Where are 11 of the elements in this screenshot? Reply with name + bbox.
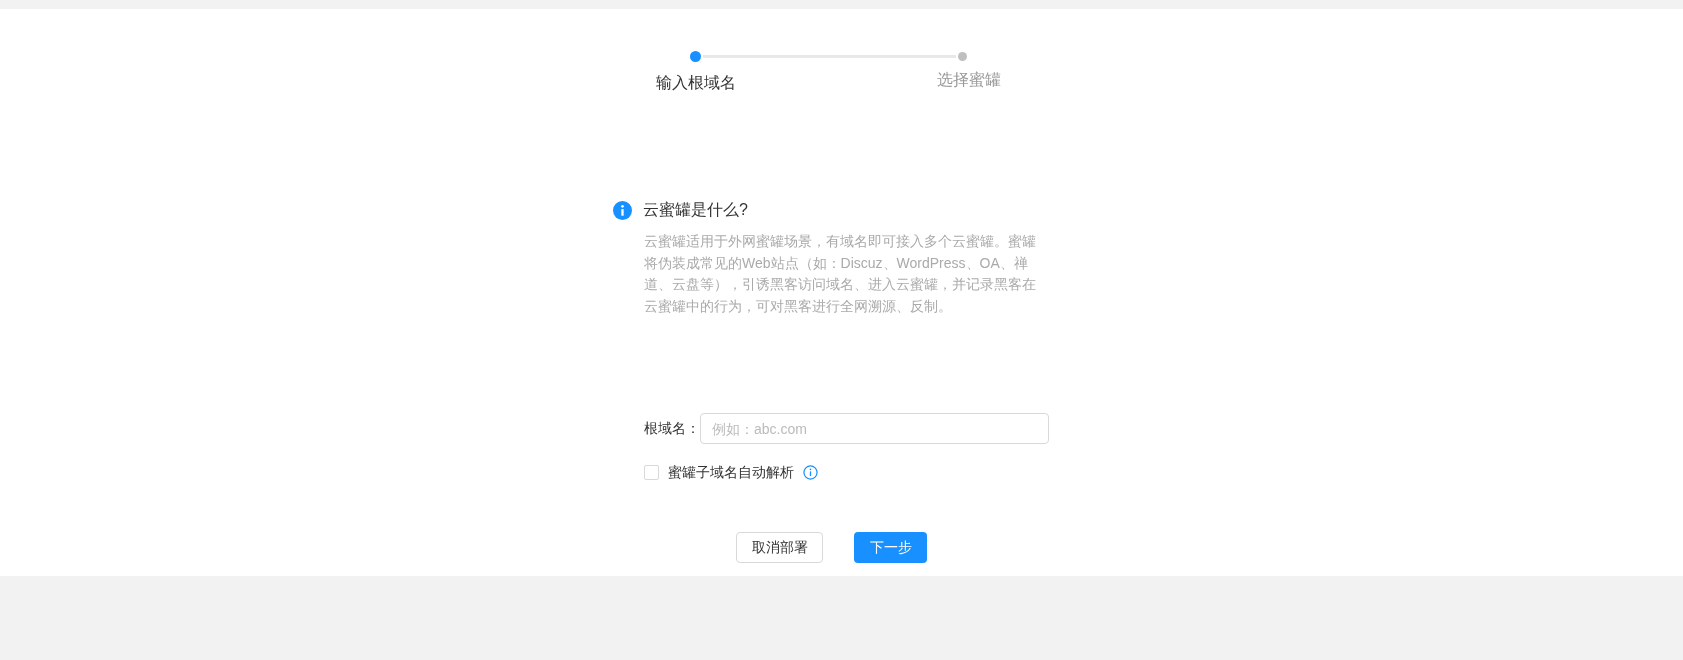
domain-label: 根域名： <box>644 419 700 438</box>
info-icon <box>613 200 632 220</box>
info-icon[interactable] <box>803 465 818 480</box>
checkbox-label: 蜜罐子域名自动解析 <box>668 463 794 482</box>
step-label: 选择蜜罐 <box>937 70 1001 90</box>
step-label: 输入根域名 <box>656 73 736 93</box>
checkbox[interactable] <box>644 465 659 480</box>
info-title: 云蜜罐是什么? <box>643 200 748 220</box>
cancel-button[interactable]: 取消部署 <box>736 532 823 563</box>
info-description: 云蜜罐适用于外网蜜罐场景，有域名即可接入多个云蜜罐。蜜罐将伪装成常见的Web站点（如：Discuz、WordPress、OA、禅道、云盘等），引诱黑客访问域名、进入云蜜罐，并记录黑客在云蜜罐中的行为，可对黑客进行全网溯源、反制。 <box>644 232 1037 316</box>
domain-input[interactable]: 例如：abc.com <box>700 413 1049 444</box>
